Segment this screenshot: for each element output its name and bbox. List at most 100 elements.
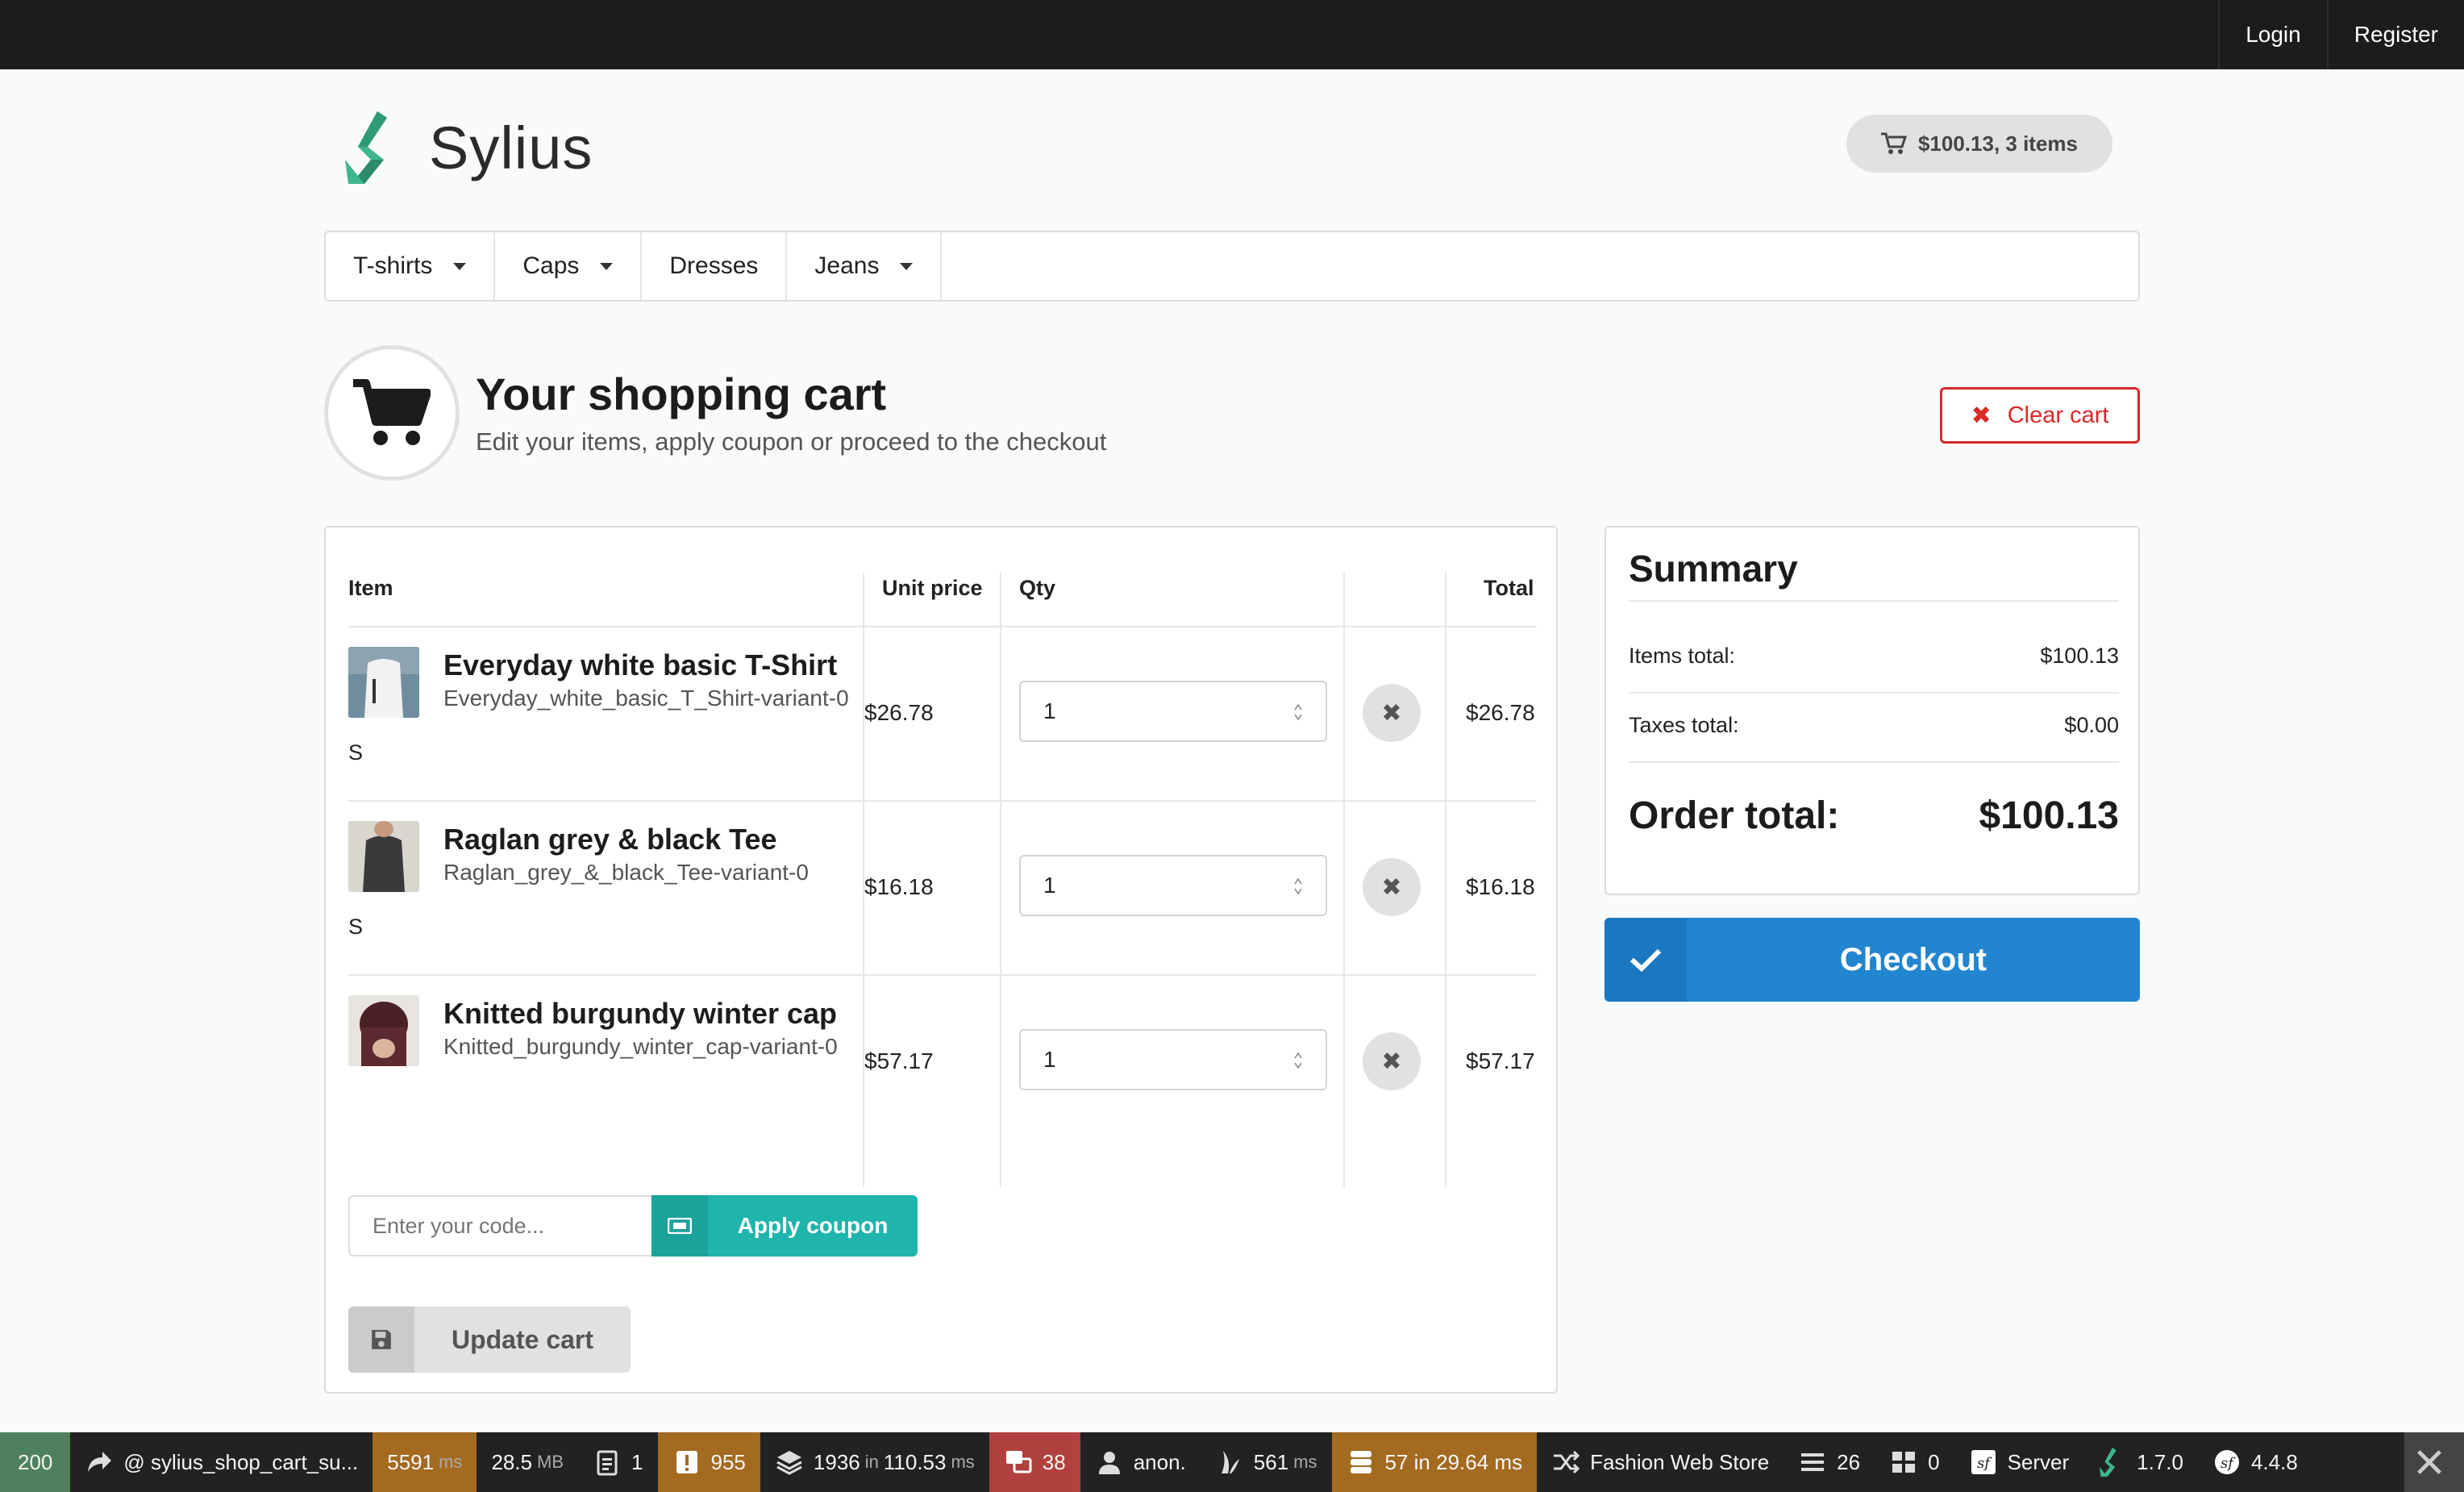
debug-server[interactable]: sf Server — [1954, 1432, 2084, 1492]
quantity-input[interactable]: 1 — [1019, 681, 1327, 742]
debug-logs[interactable]: 955 — [657, 1432, 760, 1492]
column-header-qty: Qty — [1019, 576, 1056, 600]
product-name[interactable]: Raglan grey & black Tee — [443, 823, 777, 856]
items-total-label: Items total: — [1629, 644, 1736, 668]
order-summary-card: Summary Items total: $100.13 Taxes total… — [1605, 526, 2140, 895]
debug-channel[interactable]: Fashion Web Store — [1537, 1432, 1783, 1492]
login-link[interactable]: Login — [2218, 0, 2327, 69]
debug-user[interactable]: anon. — [1080, 1432, 1201, 1492]
row-total: $26.78 — [1466, 700, 1535, 725]
debug-route[interactable]: @ sylius_shop_cart_su... — [70, 1432, 373, 1492]
product-thumbnail[interactable] — [348, 821, 419, 892]
shuffle-icon — [1554, 1450, 1580, 1474]
save-icon — [348, 1307, 414, 1373]
cart-heading-icon-circle — [324, 345, 460, 481]
user-icon — [1098, 1452, 1120, 1474]
debug-toolbar-close-button[interactable] — [2404, 1432, 2464, 1492]
sylius-swan-icon — [2100, 1448, 2116, 1477]
debug-memory[interactable]: 28.5 MB — [477, 1432, 578, 1492]
sylius-swan-icon — [345, 111, 387, 184]
close-icon: ✖ — [1381, 873, 1402, 901]
menu-lines-icon — [1801, 1453, 1825, 1471]
category-menu: T-shirts Caps Dresses Jeans — [324, 231, 2140, 302]
table-row: Everyday white basic T-Shirt Everyday_wh… — [326, 627, 1559, 800]
debug-events[interactable]: 1936 in 110.53 ms — [760, 1432, 989, 1492]
update-cart-button[interactable]: Update cart — [348, 1307, 631, 1373]
order-total-label: Order total: — [1629, 794, 1840, 837]
row-total: $57.17 — [1466, 1048, 1535, 1073]
debug-symfony-version[interactable]: sf 4.4.8 — [2198, 1432, 2312, 1492]
close-icon: ✖ — [1971, 402, 1992, 429]
cart-summary: $100.13, 3 items — [1917, 131, 2079, 156]
cart-items-card: Item Unit price Qty Total Everyday white… — [324, 526, 1558, 1394]
coupon-code-input[interactable] — [348, 1195, 653, 1257]
database-icon — [1350, 1451, 1371, 1473]
header-cart-button[interactable]: $100.13, 3 items — [1846, 115, 2112, 173]
menu-item-tshirts[interactable]: T-shirts — [326, 232, 496, 300]
checkmark-icon — [1605, 918, 1687, 1002]
product-option-size: S — [348, 915, 364, 939]
summary-divider — [1629, 692, 2119, 694]
top-bar: Login Register — [0, 0, 2464, 69]
translation-icon — [1005, 1451, 1032, 1473]
debug-status-code[interactable]: 200 — [0, 1432, 71, 1492]
brand-name: Sylius — [429, 114, 593, 181]
row-total: $16.18 — [1466, 874, 1535, 899]
register-link[interactable]: Register — [2326, 0, 2464, 69]
symfony-logo-icon: sf — [2214, 1450, 2239, 1474]
debug-translations[interactable]: 38 — [989, 1432, 1080, 1492]
items-total-row: Items total: $100.13 — [1629, 644, 2119, 669]
product-name[interactable]: Knitted burgundy winter cap — [443, 997, 837, 1031]
ticket-icon — [651, 1195, 708, 1257]
caret-down-icon — [600, 262, 614, 270]
spinner-arrows-icon[interactable] — [1293, 1050, 1303, 1071]
product-thumbnail[interactable] — [348, 647, 419, 718]
menu-item-jeans[interactable]: Jeans — [787, 232, 943, 300]
symfony-debug-toolbar: 200 @ sylius_shop_cart_su... 5591 ms 28.5… — [0, 1432, 2464, 1492]
layers-icon — [776, 1451, 802, 1475]
caret-down-icon — [900, 262, 914, 270]
menu-item-dresses[interactable]: Dresses — [642, 232, 788, 300]
debug-forms[interactable]: 1 — [578, 1432, 657, 1492]
spinner-arrows-icon[interactable] — [1293, 876, 1303, 897]
clipboard-icon — [597, 1450, 618, 1476]
clear-cart-button[interactable]: ✖ Clear cart — [1940, 387, 2140, 444]
cart-icon — [1880, 132, 1907, 154]
remove-item-button[interactable]: ✖ — [1363, 858, 1421, 916]
product-name[interactable]: Everyday white basic T-Shirt — [443, 648, 837, 682]
taxes-total-value: $0.00 — [2064, 713, 2119, 737]
spinner-arrows-icon[interactable] — [1293, 702, 1303, 723]
debug-sylius-version[interactable]: 1.7.0 — [2083, 1432, 2198, 1492]
product-variant-code: Everyday_white_basic_T_Shirt-variant-0 — [443, 686, 849, 711]
apply-coupon-button[interactable]: Apply coupon — [651, 1195, 918, 1257]
menu-item-caps[interactable]: Caps — [495, 232, 643, 300]
account-links: Login Register — [2218, 0, 2464, 69]
unit-price: $57.17 — [864, 1048, 934, 1073]
page-title: Your shopping cart — [476, 369, 887, 419]
product-thumbnail[interactable] — [348, 995, 419, 1066]
close-icon — [2417, 1450, 2441, 1474]
debug-config[interactable]: 26 — [1783, 1432, 1875, 1492]
exclamation-icon — [676, 1451, 697, 1473]
table-row: Knitted burgundy winter cap Knitted_burg… — [326, 976, 1559, 1148]
table-row: Raglan grey & black Tee Raglan_grey_&_bl… — [326, 802, 1559, 974]
column-header-unit-price: Unit price — [882, 576, 983, 600]
quantity-input[interactable]: 1 — [1019, 855, 1327, 916]
order-total-row: Order total: $100.13 — [1629, 794, 2119, 838]
summary-divider — [1629, 761, 2119, 763]
unit-price: $16.18 — [864, 874, 934, 899]
debug-render-time[interactable]: 561 ms — [1201, 1432, 1332, 1492]
quantity-input[interactable]: 1 — [1019, 1029, 1327, 1090]
summary-title: Summary — [1629, 548, 1798, 590]
order-total-value: $100.13 — [1979, 794, 2119, 837]
debug-twig[interactable]: 0 — [1875, 1432, 1954, 1492]
remove-item-button[interactable]: ✖ — [1363, 684, 1421, 742]
product-option-size: S — [348, 740, 364, 765]
shopping-cart-icon — [353, 379, 431, 445]
debug-request-time[interactable]: 5591 ms — [373, 1432, 477, 1492]
debug-database[interactable]: 57 in 29.64 ms — [1331, 1432, 1538, 1492]
remove-item-button[interactable]: ✖ — [1363, 1032, 1421, 1090]
redirect-arrow-icon — [88, 1452, 112, 1472]
sylius-logo[interactable]: Sylius — [345, 111, 593, 184]
checkout-button[interactable]: Checkout — [1605, 918, 2140, 1002]
